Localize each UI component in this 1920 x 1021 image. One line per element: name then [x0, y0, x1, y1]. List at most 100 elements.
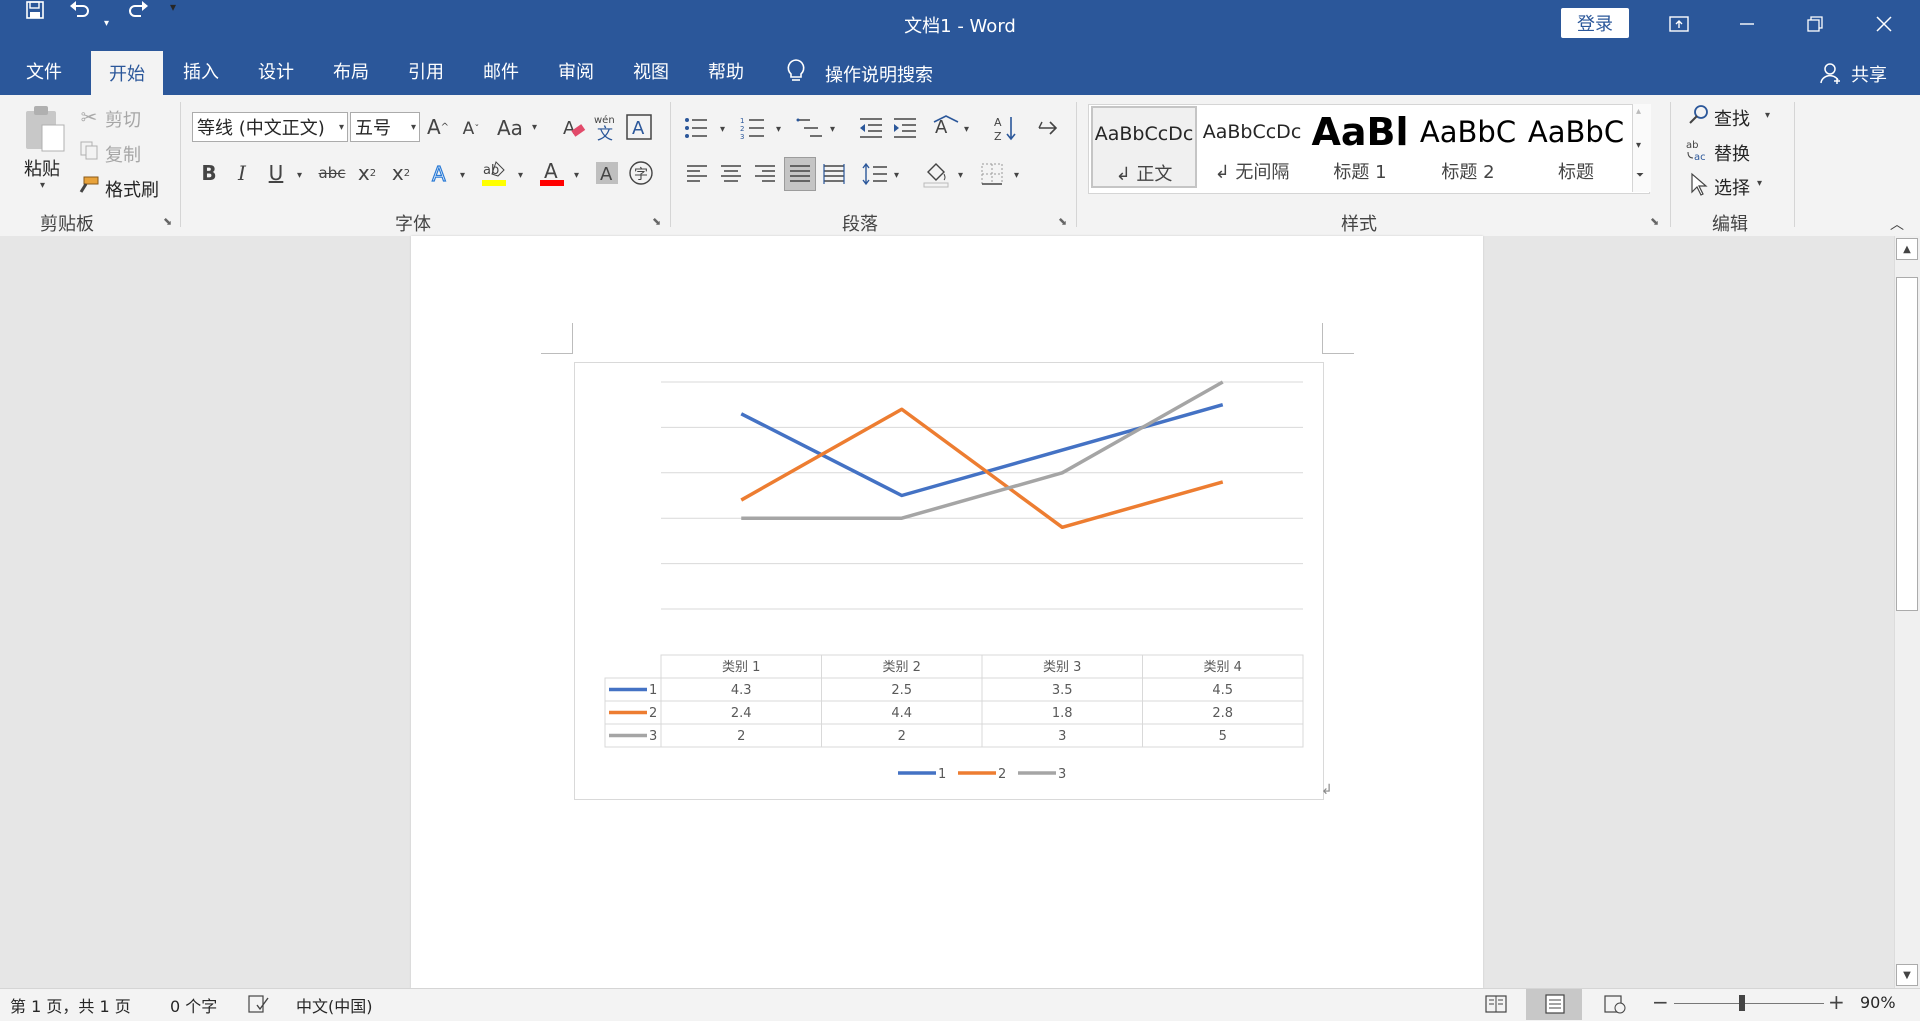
font-name-combo[interactable]: 等线 (中文正文) ▾: [192, 112, 348, 142]
cut-button[interactable]: 剪切: [105, 106, 141, 132]
ribbon-display-options-icon[interactable]: [1645, 0, 1713, 47]
clipboard-launcher-icon[interactable]: ⬊: [163, 215, 177, 229]
zoom-level[interactable]: 90%: [1860, 993, 1896, 1012]
clear-formatting-icon[interactable]: A: [560, 115, 586, 145]
subscript-icon[interactable]: x2: [354, 160, 380, 186]
numbering-dropdown-icon[interactable]: ▾: [776, 124, 781, 135]
highlight-dropdown-icon[interactable]: ▾: [518, 170, 523, 181]
borders-dropdown-icon[interactable]: ▾: [1014, 170, 1019, 181]
scroll-up-icon[interactable]: ▲: [1896, 238, 1918, 260]
tab-home[interactable]: 开始: [91, 51, 163, 95]
select-button[interactable]: 选择: [1714, 174, 1750, 200]
multilevel-list-icon[interactable]: [796, 116, 824, 144]
style-heading-2[interactable]: AaBbC 标题 2: [1415, 106, 1521, 188]
tab-mailings[interactable]: 邮件: [465, 47, 537, 95]
style-no-spacing[interactable]: AaBbCcDc ↲ 无间隔: [1199, 106, 1305, 188]
minimize-icon[interactable]: [1713, 0, 1781, 47]
underline-icon[interactable]: U: [263, 160, 289, 186]
styles-scroll-down-icon[interactable]: ▾: [1636, 140, 1641, 151]
italic-icon[interactable]: I: [229, 160, 255, 186]
change-case-button[interactable]: Aa: [497, 116, 523, 140]
paragraph-launcher-icon[interactable]: ⬊: [1058, 215, 1072, 229]
select-dropdown-icon[interactable]: ▾: [1757, 178, 1762, 189]
character-shading-icon[interactable]: A: [594, 160, 620, 190]
tab-help[interactable]: 帮助: [690, 47, 762, 95]
character-border-icon[interactable]: A: [626, 114, 652, 144]
tab-design[interactable]: 设计: [240, 47, 312, 95]
replace-button[interactable]: 替换: [1714, 140, 1750, 166]
sort-icon[interactable]: AZ: [994, 114, 1018, 146]
page-count[interactable]: 第 1 页，共 1 页: [10, 993, 131, 1017]
find-dropdown-icon[interactable]: ▾: [1765, 110, 1770, 121]
borders-icon[interactable]: [980, 162, 1004, 190]
styles-launcher-icon[interactable]: ⬊: [1650, 215, 1664, 229]
chinese-layout-dropdown-icon[interactable]: ▾: [964, 124, 969, 135]
superscript-icon[interactable]: x2: [388, 160, 414, 186]
style-heading-1[interactable]: AaBl 标题 1: [1307, 106, 1413, 188]
lightbulb-icon[interactable]: [785, 58, 807, 88]
multilevel-dropdown-icon[interactable]: ▾: [830, 124, 835, 135]
copy-icon[interactable]: [79, 140, 99, 164]
bullets-dropdown-icon[interactable]: ▾: [720, 124, 725, 135]
print-layout-icon[interactable]: [1544, 994, 1566, 1018]
numbering-icon[interactable]: 123: [740, 116, 766, 144]
font-size-combo[interactable]: 五号 ▾: [350, 112, 420, 142]
grow-font-icon[interactable]: A ^: [425, 114, 451, 140]
collapse-ribbon-icon[interactable]: ︿: [1890, 214, 1904, 234]
proofing-icon[interactable]: [248, 994, 270, 1018]
zoom-slider-track[interactable]: [1674, 1003, 1824, 1004]
align-center-icon[interactable]: [720, 163, 742, 189]
line-spacing-icon[interactable]: [862, 162, 888, 190]
share-button[interactable]: 共享: [1851, 61, 1887, 87]
scroll-down-icon[interactable]: ▼: [1896, 964, 1918, 986]
format-painter-button[interactable]: 格式刷: [105, 176, 159, 202]
text-effects-dropdown-icon[interactable]: ▾: [460, 170, 465, 181]
paste-button[interactable]: 粘贴: [24, 155, 60, 181]
shrink-font-icon[interactable]: Aˇ: [458, 116, 484, 142]
increase-indent-icon[interactable]: [892, 116, 918, 144]
decrease-indent-icon[interactable]: [858, 116, 884, 144]
styles-scroll-up-icon[interactable]: ▴: [1636, 106, 1641, 117]
font-launcher-icon[interactable]: ⬊: [652, 215, 666, 229]
strikethrough-icon[interactable]: abc: [316, 160, 348, 186]
align-left-icon[interactable]: [686, 163, 708, 189]
format-painter-icon[interactable]: [78, 175, 100, 199]
font-color-icon[interactable]: A: [538, 158, 566, 192]
bullets-icon[interactable]: [683, 116, 709, 144]
zoom-slider-thumb[interactable]: [1739, 995, 1745, 1011]
distributed-icon[interactable]: [823, 163, 845, 189]
chart-object[interactable]: 类别 1 类别 2 类别 3 类别 4 1 4.3 2.5 3.5 4.5 2 2.4 4.4 1.8 2…: [574, 362, 1324, 800]
highlight-color-icon[interactable]: ab: [480, 158, 508, 192]
find-icon[interactable]: [1688, 104, 1710, 130]
phonetic-guide-icon[interactable]: wén 文: [592, 113, 618, 145]
justify-icon[interactable]: [784, 157, 816, 191]
tab-review[interactable]: 审阅: [540, 47, 612, 95]
underline-dropdown-icon[interactable]: ▾: [297, 170, 302, 181]
line-spacing-dropdown-icon[interactable]: ▾: [894, 170, 899, 181]
text-effects-icon[interactable]: A: [428, 160, 454, 190]
close-icon[interactable]: [1850, 0, 1918, 47]
font-color-dropdown-icon[interactable]: ▾: [574, 170, 579, 181]
word-count[interactable]: 0 个字: [170, 993, 217, 1017]
share-user-icon[interactable]: [1820, 62, 1842, 88]
tab-file[interactable]: 文件: [8, 47, 80, 95]
tab-view[interactable]: 视图: [615, 47, 687, 95]
replace-icon[interactable]: ab ac: [1686, 138, 1710, 166]
find-button[interactable]: 查找: [1714, 105, 1750, 131]
restore-icon[interactable]: [1781, 0, 1849, 47]
font-name-dropdown-icon[interactable]: ▾: [339, 122, 344, 133]
shading-dropdown-icon[interactable]: ▾: [958, 170, 963, 181]
align-right-icon[interactable]: [754, 163, 776, 189]
show-paragraph-marks-icon[interactable]: [1036, 116, 1060, 144]
cut-icon[interactable]: ✂: [78, 105, 100, 129]
tab-layout[interactable]: 布局: [315, 47, 387, 95]
language-indicator[interactable]: 中文(中国): [296, 993, 373, 1017]
copy-button[interactable]: 复制: [105, 141, 141, 167]
tell-me-search[interactable]: 操作说明搜索: [825, 61, 933, 87]
paste-dropdown-icon[interactable]: ▾: [40, 180, 45, 191]
font-size-dropdown-icon[interactable]: ▾: [411, 122, 416, 133]
style-title[interactable]: AaBbC 标题: [1523, 106, 1629, 188]
login-button[interactable]: 登录: [1561, 8, 1629, 38]
style-normal[interactable]: AaBbCcDc ↲ 正文: [1091, 106, 1197, 188]
zoom-in-icon[interactable]: +: [1828, 990, 1845, 1014]
